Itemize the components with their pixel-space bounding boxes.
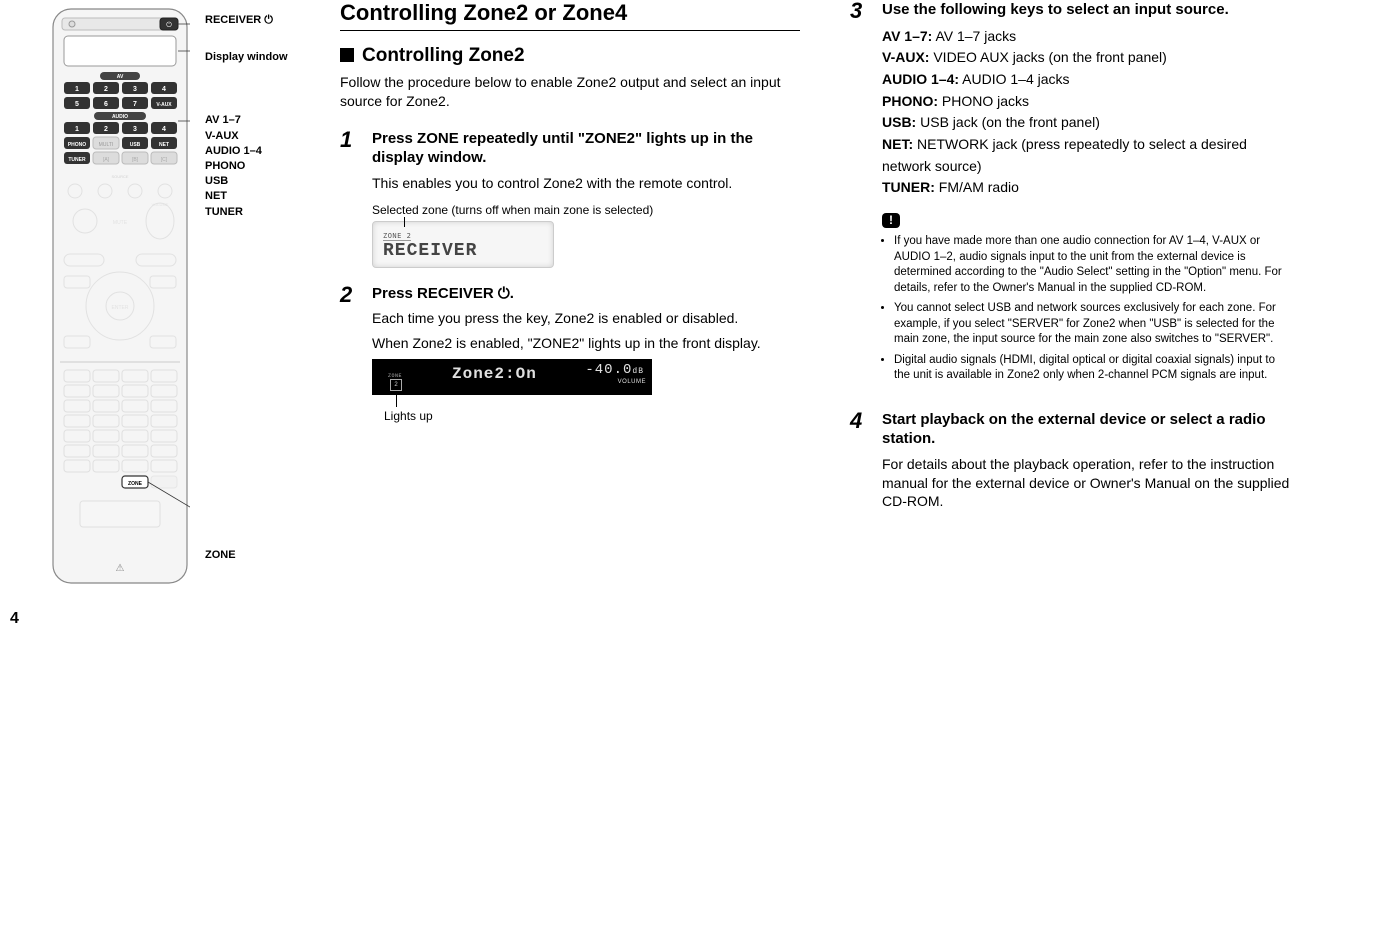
svg-text:ENTER: ENTER: [112, 305, 129, 311]
step-number: 4: [850, 410, 882, 518]
svg-text:5: 5: [75, 101, 79, 108]
lcd-volume-label: VOLUME: [618, 379, 646, 385]
intro-text: Follow the procedure below to enable Zon…: [340, 73, 800, 111]
callout-input: USB: [205, 175, 288, 188]
front-display-illustration: ZONE 2 Zone2:On -40.0dB VOLUME: [372, 359, 652, 395]
step-3-heading: Use the following keys to select an inpu…: [882, 0, 1290, 20]
svg-text:MUTE: MUTE: [113, 220, 128, 226]
svg-text:MULTI: MULTI: [99, 142, 114, 148]
callout-display-window: Display window: [205, 51, 288, 64]
step-4-heading: Start playback on the external device or…: [882, 410, 1290, 449]
callout-input: PHONO: [205, 160, 288, 173]
step-4-text: For details about the playback operation…: [882, 455, 1290, 512]
svg-text:7: 7: [133, 101, 137, 108]
lcd-volume-value: -40.0dB: [585, 362, 644, 378]
callout-input: AV 1–7: [205, 114, 288, 127]
lcd-zone-indicator: 2: [390, 379, 402, 391]
svg-text:2: 2: [104, 86, 108, 93]
title-rule: [340, 30, 800, 31]
callout-input: V-AUX: [205, 130, 288, 143]
note-item: Digital audio signals (HDMI, digital opt…: [894, 353, 1290, 384]
note-item: You cannot select USB and network source…: [894, 301, 1290, 348]
step-number: 1: [340, 129, 372, 268]
svg-text:V-AUX: V-AUX: [156, 102, 172, 108]
step-2: 2 Press RECEIVER ⏻. Each time you press …: [340, 284, 800, 425]
svg-text:[B]: [B]: [132, 157, 139, 163]
page-title: Controlling Zone2 or Zone4: [340, 0, 800, 26]
svg-text:VOLUME: VOLUME: [152, 202, 169, 207]
step-number: 2: [340, 284, 372, 425]
callout-zone: ZONE: [205, 549, 288, 562]
callout-input: AUDIO 1–4: [205, 145, 288, 158]
lcd-main-text: RECEIVER: [383, 241, 543, 261]
step-3-notes: If you have made more than one audio con…: [882, 234, 1290, 384]
svg-text:4: 4: [162, 86, 166, 93]
svg-text:[C]: [C]: [161, 157, 168, 163]
section-heading-text: Controlling Zone2: [362, 45, 525, 66]
step-4: 4 Start playback on the external device …: [850, 410, 1290, 518]
step-3: 3 Use the following keys to select an in…: [850, 0, 1290, 394]
callout-receiver: RECEIVER ⏻: [205, 14, 288, 27]
square-bullet-icon: [340, 48, 354, 62]
svg-text:AUDIO: AUDIO: [112, 114, 128, 120]
step-2-heading: Press RECEIVER ⏻.: [372, 284, 800, 304]
svg-text:3: 3: [133, 86, 137, 93]
svg-text:3: 3: [133, 126, 137, 133]
callout-input: NET: [205, 190, 288, 203]
svg-text:ZONE: ZONE: [128, 481, 143, 487]
remote-control-illustration: ⏻ AV 1 2 3 4 5 6 7 V-AUX AUDIO 1 2: [50, 6, 190, 586]
svg-text:TUNER: TUNER: [68, 157, 86, 163]
remote-callouts: RECEIVER ⏻ Display window AV 1–7 V-AUX A…: [205, 14, 288, 564]
notice-icon: !: [882, 213, 900, 228]
lights-up-annotation: Lights up: [372, 395, 800, 425]
svg-text:1: 1: [75, 126, 79, 133]
step-number: 3: [850, 0, 882, 394]
svg-text:1: 1: [75, 86, 79, 93]
svg-text:[A]: [A]: [103, 157, 110, 163]
svg-text:PHONO: PHONO: [68, 142, 86, 148]
step-2-text-2: When Zone2 is enabled, "ZONE2" lights up…: [372, 334, 800, 353]
callout-input: TUNER: [205, 206, 288, 219]
svg-text:NET: NET: [159, 142, 169, 148]
lcd-zone-text: Zone2:On: [452, 365, 537, 383]
svg-text:6: 6: [104, 101, 108, 108]
step-1: 1 Press ZONE repeatedly until "ZONE2" li…: [340, 129, 800, 268]
svg-text:USB: USB: [130, 142, 141, 148]
svg-text:2: 2: [104, 126, 108, 133]
lcd-zone-indicator: ZONE 2: [383, 232, 411, 241]
input-source-list: AV 1–7: AV 1–7 jacks V-AUX: VIDEO AUX ja…: [882, 26, 1290, 200]
step-2-text-1: Each time you press the key, Zone2 is en…: [372, 309, 800, 328]
svg-text:4: 4: [162, 126, 166, 133]
svg-text:⏻: ⏻: [166, 21, 172, 29]
display-window-illustration: ZONE 2 RECEIVER: [372, 221, 554, 268]
svg-text:SOURCE: SOURCE: [111, 174, 128, 179]
step-1-caption: Selected zone (turns off when main zone …: [372, 203, 800, 217]
page-number: 4: [10, 610, 19, 628]
step-1-text: This enables you to control Zone2 with t…: [372, 174, 800, 193]
section-heading: Controlling Zone2: [340, 45, 800, 67]
right-column: 3 Use the following keys to select an in…: [850, 0, 1290, 533]
svg-text:AV: AV: [117, 74, 124, 80]
note-item: If you have made more than one audio con…: [894, 234, 1290, 296]
svg-text:⚠: ⚠: [116, 563, 125, 574]
step-1-heading: Press ZONE repeatedly until "ZONE2" ligh…: [372, 129, 800, 168]
middle-column: Controlling Zone2 or Zone4 Controlling Z…: [340, 0, 800, 441]
